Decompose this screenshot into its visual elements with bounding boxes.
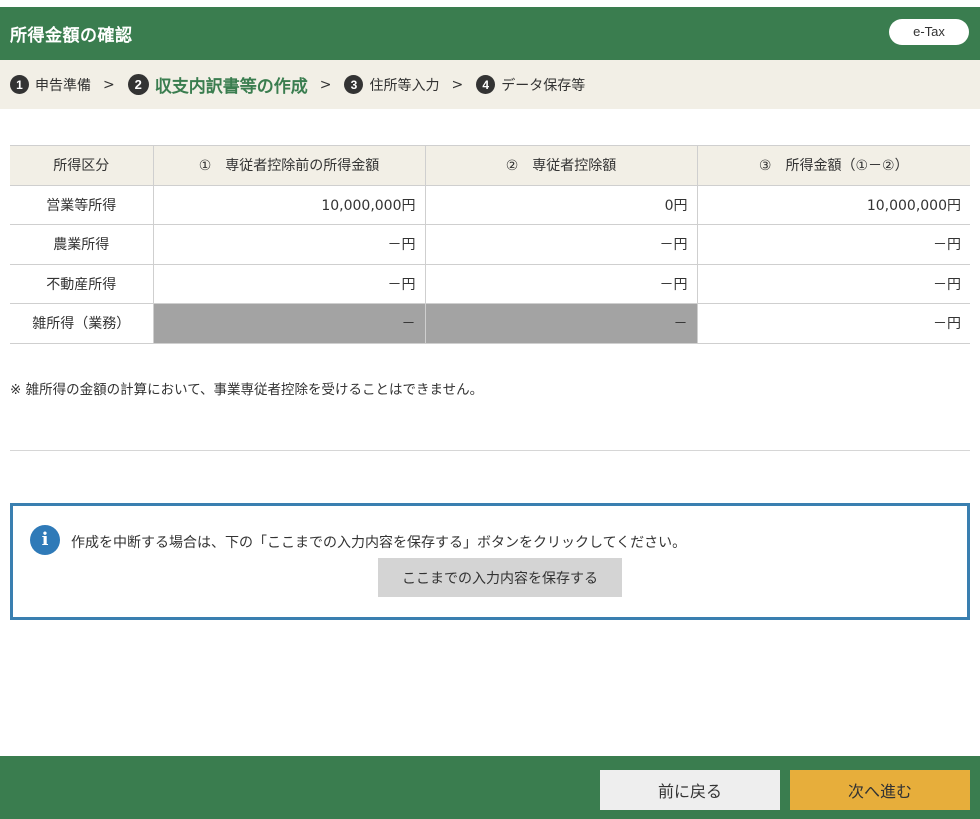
cell-deduction: 0円 — [425, 184, 698, 225]
cell-before-deduction: －円 — [153, 224, 426, 265]
step-1: 1 申告準備 — [10, 75, 91, 95]
step-number-1: 1 — [10, 75, 29, 94]
column-header-category: 所得区分 — [10, 145, 154, 186]
column-header-before-deduction: ① 専従者控除前の所得金額 — [153, 145, 426, 186]
cell-income: 10,000,000円 — [697, 184, 970, 225]
step-label-3: 住所等入力 — [369, 77, 440, 94]
cell-deduction: －円 — [425, 224, 698, 265]
info-icon: i — [30, 525, 60, 555]
cell-deduction-disabled: － — [425, 303, 698, 344]
info-box: i 作成を中断する場合は、下の「ここまでの入力内容を保存する」ボタンをクリックし… — [10, 503, 970, 620]
next-button[interactable]: 次へ進む — [790, 770, 970, 810]
table-header-row: 所得区分 ① 専従者控除前の所得金額 ② 専従者控除額 ③ 所得金額（①－②） — [10, 145, 970, 186]
cell-before-deduction: 10,000,000円 — [153, 184, 426, 225]
save-progress-button[interactable]: ここまでの入力内容を保存する — [378, 558, 622, 597]
step-number-3: 3 — [344, 75, 364, 94]
table-row: 不動産所得 －円 －円 －円 — [10, 263, 970, 304]
etax-badge: e-Tax — [889, 19, 969, 45]
step-progress: 1 申告準備 > 2 収支内訳書等の作成 > 3 住所等入力 > 4 データ保存… — [0, 60, 980, 109]
step-label-2: 収支内訳書等の作成 — [154, 77, 308, 97]
step-number-4: 4 — [476, 75, 496, 94]
step-2-current: 2 収支内訳書等の作成 — [127, 72, 308, 97]
row-category: 農業所得 — [10, 224, 154, 265]
column-header-income: ③ 所得金額（①－②） — [697, 145, 970, 186]
income-table: 所得区分 ① 専従者控除前の所得金額 ② 専従者控除額 ③ 所得金額（①－②） … — [10, 145, 970, 344]
chevron-right-icon: > — [319, 76, 332, 93]
info-message: 作成を中断する場合は、下の「ここまでの入力内容を保存する」ボタンをクリックしてく… — [71, 535, 687, 551]
step-label-4: データ保存等 — [501, 77, 586, 94]
step-3: 3 住所等入力 — [344, 75, 439, 95]
note-text: ※ 雑所得の金額の計算において、事業専従者控除を受けることはできません。 — [10, 382, 484, 398]
row-category: 営業等所得 — [10, 184, 154, 225]
cell-before-deduction: －円 — [153, 263, 426, 304]
step-label-1: 申告準備 — [35, 77, 91, 94]
column-header-deduction: ② 専従者控除額 — [425, 145, 698, 186]
chevron-right-icon: > — [103, 76, 115, 93]
divider — [10, 450, 970, 451]
cell-deduction: －円 — [425, 263, 698, 304]
page-title: 所得金額の確認 — [10, 26, 133, 46]
top-strip — [0, 0, 980, 7]
table-row: 営業等所得 10,000,000円 0円 10,000,000円 — [10, 184, 970, 225]
footer-bar: 前に戻る 次へ進む — [0, 756, 980, 819]
back-button[interactable]: 前に戻る — [600, 770, 780, 810]
step-4: 4 データ保存等 — [476, 75, 585, 95]
cell-income: －円 — [697, 303, 970, 344]
cell-income: －円 — [697, 263, 970, 304]
page-header: 所得金額の確認 e-Tax — [0, 7, 980, 60]
income-table-wrapper: 所得区分 ① 専従者控除前の所得金額 ② 専従者控除額 ③ 所得金額（①－②） … — [10, 145, 970, 344]
cell-before-deduction-disabled: － — [153, 303, 426, 344]
table-row: 農業所得 －円 －円 －円 — [10, 224, 970, 265]
table-row: 雑所得（業務） － － －円 — [10, 303, 970, 344]
row-category: 不動産所得 — [10, 263, 154, 304]
chevron-right-icon: > — [451, 76, 464, 93]
step-number-2: 2 — [127, 74, 149, 95]
row-category: 雑所得（業務） — [10, 303, 154, 344]
cell-income: －円 — [697, 224, 970, 265]
